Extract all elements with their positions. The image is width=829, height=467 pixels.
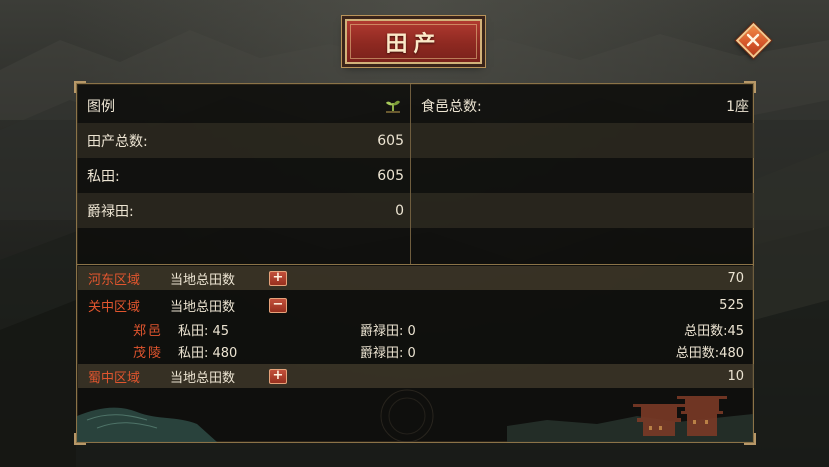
fief-row: 食邑总数: 1座 bbox=[411, 88, 755, 123]
region-sub-label: 当地总田数 bbox=[170, 299, 236, 315]
close-x-icon bbox=[746, 33, 760, 47]
region-name: 蜀中区域 bbox=[88, 370, 141, 386]
private-farmland-value: 605 bbox=[377, 167, 404, 184]
decorative-landscape bbox=[77, 389, 753, 442]
total-farmland-label: 田产总数: bbox=[87, 133, 148, 150]
collapse-button[interactable]: − bbox=[269, 298, 287, 313]
fief-value: 1座 bbox=[726, 98, 749, 115]
rank-farmland-label: 爵禄田: bbox=[87, 203, 134, 220]
section-divider bbox=[77, 264, 753, 265]
title-plaque: 田产 bbox=[345, 19, 482, 64]
rank-farmland-value: 0 bbox=[395, 202, 404, 219]
region-sub-label: 当地总田数 bbox=[170, 370, 236, 386]
county-total-farmland: 总田数:45 bbox=[684, 324, 744, 339]
county-total-farmland: 总田数:480 bbox=[675, 346, 744, 361]
region-row-hedong[interactable]: 河东区域 当地总田数 + 70 bbox=[78, 266, 754, 290]
farmland-panel: 图例 田产总数: 605 私田: 605 爵禄田: 0 食邑总数: 1座 河东区… bbox=[74, 81, 756, 445]
total-farmland-row: 田产总数: 605 bbox=[77, 123, 410, 158]
county-private-farmland: 私田: 480 bbox=[178, 346, 238, 361]
legend-row: 图例 bbox=[77, 88, 410, 123]
page-title: 田产 bbox=[385, 31, 442, 57]
county-name: 郑邑 bbox=[132, 324, 163, 339]
total-farmland-value: 605 bbox=[377, 132, 404, 149]
region-name: 关中区域 bbox=[88, 299, 141, 315]
legend-label: 图例 bbox=[87, 98, 115, 115]
region-name: 河东区域 bbox=[88, 272, 141, 288]
fief-blank-row bbox=[411, 193, 755, 228]
close-button[interactable] bbox=[735, 22, 771, 58]
region-row-shuzhong[interactable]: 蜀中区域 当地总田数 + 10 bbox=[78, 364, 754, 388]
fief-label: 食邑总数: bbox=[421, 98, 482, 115]
region-total: 10 bbox=[727, 368, 744, 384]
rank-farmland-row: 爵禄田: 0 bbox=[77, 193, 410, 228]
expand-button[interactable]: + bbox=[269, 271, 287, 286]
county-name: 茂陵 bbox=[132, 346, 163, 361]
county-private-farmland: 私田: 45 bbox=[178, 324, 230, 339]
region-total: 70 bbox=[727, 270, 744, 286]
private-farmland-row: 私田: 605 bbox=[77, 158, 410, 193]
county-row: 茂陵 私田: 480 爵禄田: 0 总田数:480 bbox=[78, 342, 754, 364]
county-rank-farmland: 爵禄田: 0 bbox=[360, 324, 416, 339]
fief-blank-row bbox=[411, 123, 755, 158]
expand-button[interactable]: + bbox=[269, 369, 287, 384]
private-farmland-label: 私田: bbox=[87, 168, 120, 185]
region-row-guanzhong[interactable]: 关中区域 当地总田数 − 525 bbox=[78, 293, 754, 317]
region-total: 525 bbox=[719, 297, 744, 313]
county-rank-farmland: 爵禄田: 0 bbox=[360, 346, 416, 361]
farmland-sprout-icon bbox=[386, 100, 400, 113]
region-sub-label: 当地总田数 bbox=[170, 272, 236, 288]
county-row: 郑邑 私田: 45 爵禄田: 0 总田数:45 bbox=[78, 320, 754, 342]
